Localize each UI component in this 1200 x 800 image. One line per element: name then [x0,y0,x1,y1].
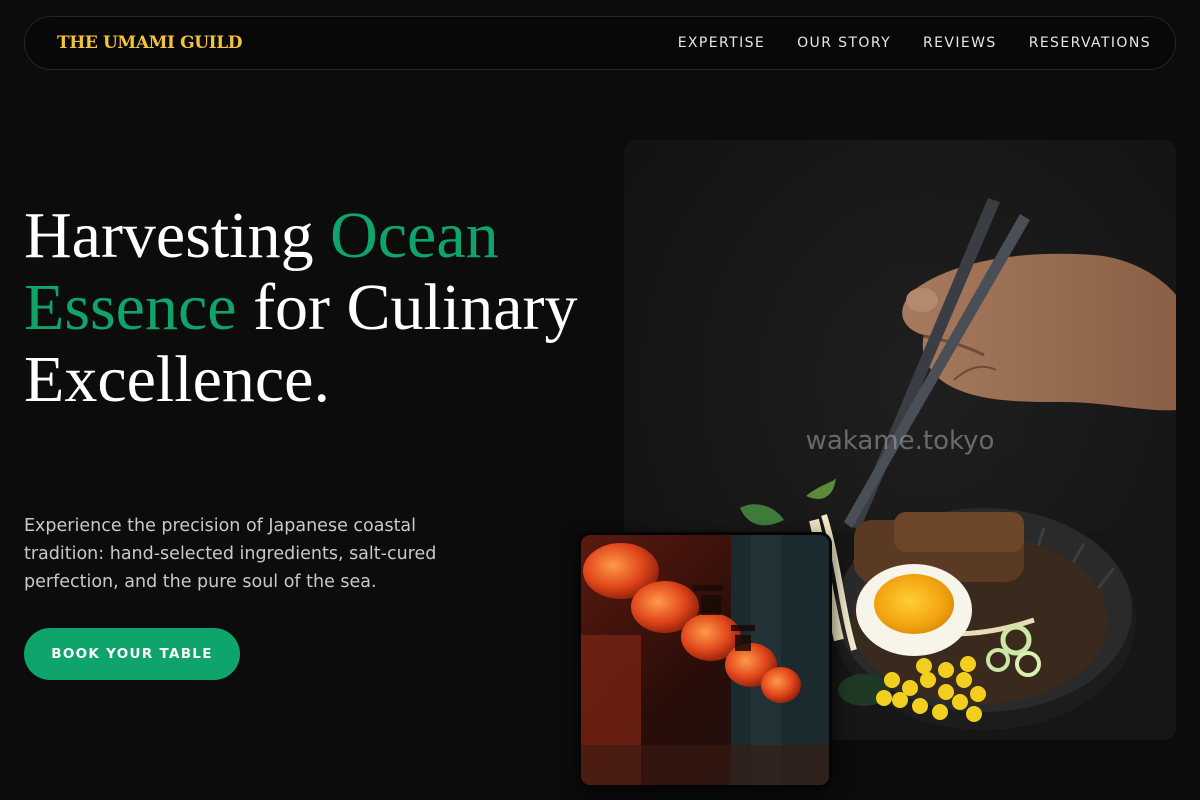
nav-link-reviews[interactable]: REVIEWS [923,35,997,51]
top-navbar: THE UMAMI GUILD EXPERTISE OUR STORY REVI… [24,16,1176,70]
book-table-button[interactable]: BOOK YOUR TABLE [24,628,240,680]
page: THE UMAMI GUILD EXPERTISE OUR STORY REVI… [0,0,1200,800]
hero-title-part: Harvesting [24,199,331,272]
nav-link-reservations[interactable]: RESERVATIONS [1029,35,1151,51]
lanterns-photo [578,532,832,788]
nav-links: EXPERTISE OUR STORY REVIEWS RESERVATIONS [646,17,1151,69]
hero-title: Harvesting Ocean Essence for Culinary Ex… [24,200,594,416]
nav-link-expertise[interactable]: EXPERTISE [678,35,765,51]
nav-link-our-story[interactable]: OUR STORY [797,35,891,51]
brand-logo[interactable]: THE UMAMI GUILD [57,17,243,69]
hero-description: Experience the precision of Japanese coa… [24,516,437,592]
